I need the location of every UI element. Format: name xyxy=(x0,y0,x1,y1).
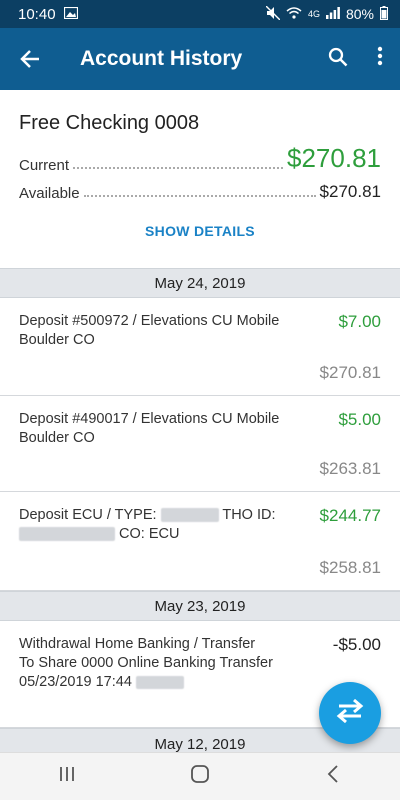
date-header: May 23, 2019 xyxy=(0,591,400,621)
wifi-icon xyxy=(286,6,302,22)
date-header: May 24, 2019 xyxy=(0,268,400,298)
more-options-button[interactable] xyxy=(360,28,400,90)
home-icon xyxy=(190,764,210,790)
redacted-text xyxy=(19,527,115,542)
system-nav-bar xyxy=(0,752,400,800)
description-line: Deposit #500972 / Elevations CU Mobile xyxy=(19,313,280,329)
available-balance: $270.81 xyxy=(319,182,381,201)
transaction-description: Withdrawal Home Banking / Transfer To Sh… xyxy=(19,635,319,692)
status-bar: 10:40 4G 80% xyxy=(0,0,400,28)
recent-apps-button[interactable] xyxy=(37,753,97,800)
transaction-description: Deposit #500972 / Elevations CU Mobile B… xyxy=(19,312,309,350)
redacted-text xyxy=(160,508,219,523)
description-text: 05/23/2019 17:44 xyxy=(19,674,132,690)
battery-percent: 80% xyxy=(345,6,374,22)
back-button[interactable] xyxy=(0,28,60,90)
transaction-amount: $7.00 xyxy=(338,312,381,331)
description-text: Deposit ECU / TYPE: xyxy=(19,507,157,523)
description-line: CO: ECU xyxy=(19,525,309,544)
description-line: 05/23/2019 17:44 xyxy=(19,673,319,692)
running-balance: $270.81 xyxy=(319,363,381,382)
description-line: To Share 0000 Online Banking Transfer xyxy=(19,655,273,671)
network-type: 4G xyxy=(307,9,320,19)
app-bar: Account History xyxy=(0,28,400,90)
transaction-description: Deposit ECU / TYPE: THO ID: CO: ECU xyxy=(19,506,309,544)
transfer-fab-button[interactable] xyxy=(319,682,381,744)
more-vert-icon xyxy=(377,46,383,72)
transaction-description: Deposit #490017 / Elevations CU Mobile B… xyxy=(19,410,309,448)
transaction-row[interactable]: Deposit #490017 / Elevations CU Mobile B… xyxy=(0,396,400,492)
show-details-button[interactable]: SHOW DETAILS xyxy=(0,223,400,239)
description-line: Boulder CO xyxy=(19,332,95,348)
transaction-row[interactable]: Deposit #500972 / Elevations CU Mobile B… xyxy=(0,298,400,396)
description-line: Deposit ECU / TYPE: THO ID: xyxy=(19,506,309,525)
current-balance-row: Current $270.81 xyxy=(19,140,381,174)
description-text: CO: ECU xyxy=(119,526,180,542)
recent-apps-icon xyxy=(59,765,75,788)
page-title: Account History xyxy=(80,47,243,70)
available-balance-row: Available $270.81 xyxy=(19,178,381,202)
transaction-amount: $244.77 xyxy=(319,506,381,525)
current-balance: $270.81 xyxy=(287,143,381,173)
search-button[interactable] xyxy=(316,28,360,90)
running-balance: $258.81 xyxy=(319,558,381,577)
transaction-amount: $5.00 xyxy=(338,410,381,429)
battery-icon xyxy=(380,5,388,23)
description-text: THO ID: xyxy=(222,507,276,523)
current-label: Current xyxy=(19,157,70,174)
leader-dots xyxy=(73,167,284,169)
redacted-text xyxy=(135,675,184,689)
transaction-row[interactable]: Deposit ECU / TYPE: THO ID: CO: ECU $244… xyxy=(0,492,400,591)
running-balance: $263.81 xyxy=(319,459,381,478)
mute-icon xyxy=(265,5,281,23)
arrow-left-icon xyxy=(20,44,40,75)
nav-back-button[interactable] xyxy=(303,753,363,800)
back-icon xyxy=(327,764,339,789)
description-line: Deposit #490017 / Elevations CU Mobile xyxy=(19,411,280,427)
home-button[interactable] xyxy=(170,753,230,800)
search-icon xyxy=(328,47,348,72)
gallery-icon xyxy=(63,6,78,23)
account-summary: Free Checking 0008 Current $270.81 Avail… xyxy=(0,90,400,268)
transfer-icon xyxy=(336,698,364,728)
leader-dots xyxy=(83,195,316,197)
available-label: Available xyxy=(19,185,80,202)
signal-icon xyxy=(325,6,340,22)
account-name: Free Checking 0008 xyxy=(19,112,200,134)
transaction-amount: -$5.00 xyxy=(332,635,381,654)
status-time: 10:40 xyxy=(18,5,56,23)
description-line: Boulder CO xyxy=(19,430,95,446)
description-line: Withdrawal Home Banking / Transfer xyxy=(19,636,256,652)
